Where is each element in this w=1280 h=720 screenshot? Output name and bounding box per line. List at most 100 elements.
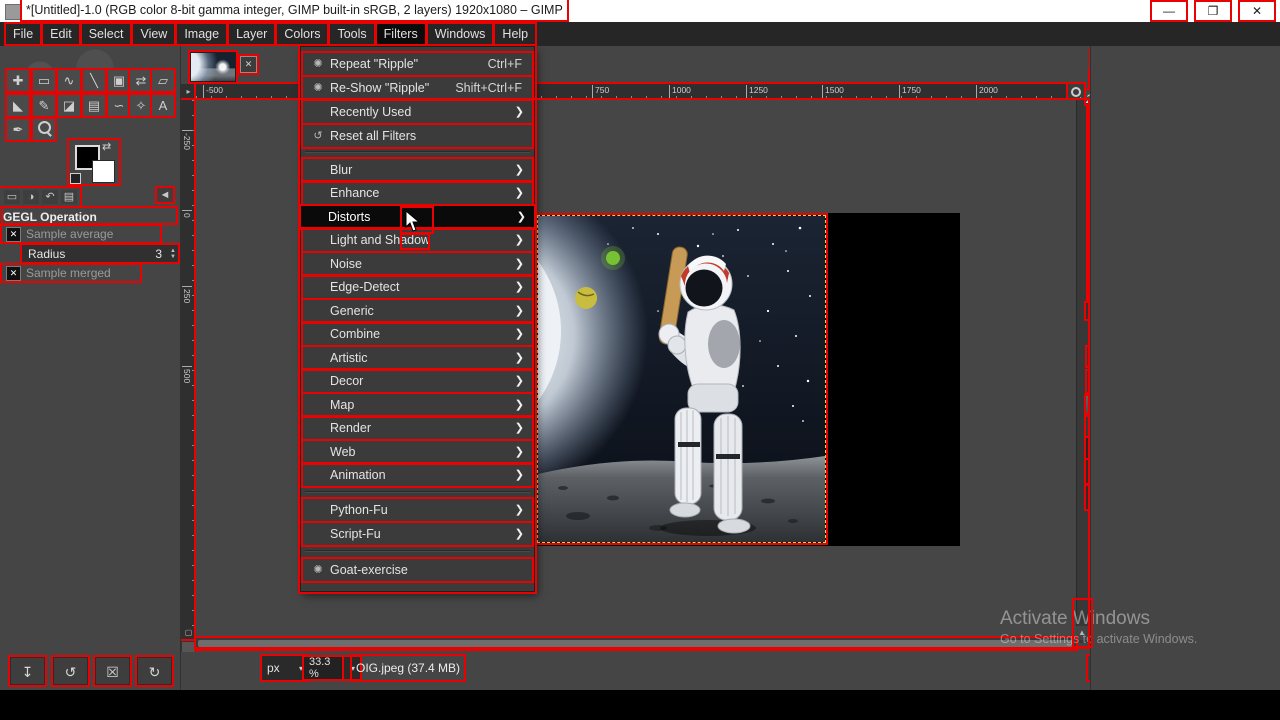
- menu-item-decor[interactable]: Decor❯: [303, 370, 532, 392]
- horizontal-scrollbar[interactable]: [196, 638, 1076, 649]
- menu-item-reshow-ripple[interactable]: ✺ Re-Show "Ripple" Shift+Ctrl+F: [303, 77, 532, 99]
- radius-slider[interactable]: Radius 3: [22, 245, 178, 262]
- sample-average-checkbox[interactable]: ✕: [6, 227, 21, 242]
- menu-item-noise[interactable]: Noise❯: [303, 253, 532, 275]
- activate-windows-subtext: Go to Settings to activate Windows.: [1000, 632, 1197, 646]
- screen-icon[interactable]: ▭: [4, 190, 20, 204]
- gimp-window: *[Untitled]-1.0 (RGB color 8-bit gamma i…: [0, 0, 1280, 720]
- crop-tool[interactable]: ▣: [108, 70, 130, 91]
- airbrush-tool[interactable]: ✧: [130, 95, 152, 116]
- gear-icon: ✺: [311, 77, 325, 99]
- menu-item-animation[interactable]: Animation❯: [303, 464, 532, 486]
- sample-merged-checkbox[interactable]: ✕: [6, 266, 21, 281]
- submenu-arrow-icon: ❯: [515, 159, 524, 181]
- menu-select[interactable]: Select: [82, 24, 131, 44]
- submenu-arrow-icon: ❯: [515, 182, 524, 204]
- zoom-value[interactable]: 33.3 %: [304, 657, 344, 679]
- text-tool[interactable]: A: [152, 95, 174, 116]
- menu-edit[interactable]: Edit: [43, 24, 79, 44]
- bucket-fill-tool[interactable]: ◣: [7, 95, 29, 116]
- right-dock: [1090, 46, 1280, 690]
- zoom-tool[interactable]: [33, 119, 55, 140]
- layers-icon[interactable]: ▤: [61, 190, 77, 204]
- info-icon[interactable]: ◑: [23, 190, 39, 204]
- menu-item-goat-exercise[interactable]: ✺ Goat-exercise: [303, 559, 532, 581]
- mouse-cursor: [405, 211, 421, 233]
- menu-item-generic[interactable]: Generic❯: [303, 300, 532, 322]
- zoom-follow-window-icon[interactable]: [1068, 84, 1084, 100]
- fuzzy-select-tool[interactable]: ╲: [83, 70, 105, 91]
- save-tool-preset-button[interactable]: ↧: [10, 657, 45, 685]
- smudge-tool[interactable]: ∽: [108, 95, 130, 116]
- reset-icon: ↺: [311, 125, 325, 147]
- submenu-arrow-icon: ❯: [515, 253, 524, 275]
- menu-item-recently-used[interactable]: Recently Used ❯: [303, 101, 532, 123]
- unit-dropdown[interactable]: px▾: [262, 656, 308, 680]
- sample-merged-row[interactable]: ✕ Sample merged: [2, 265, 140, 281]
- menu-item-combine[interactable]: Combine❯: [303, 323, 532, 345]
- swap-colors-icon[interactable]: ⇄: [102, 140, 111, 153]
- perspective-tool[interactable]: ▱: [152, 70, 174, 91]
- menu-item-reset-all-filters[interactable]: ↺ Reset all Filters: [303, 125, 532, 147]
- ruler-corner: ▸: [181, 84, 196, 99]
- toolbox-panel: ✚ ▭ ∿ ╲ ▣ ⇄ ▱ ◣ ✎ ◪ ▤ ∽ ✧ A ✒ ⇄ ▭ ◑ ↶ ▤ …: [0, 46, 181, 690]
- gear-icon: ✺: [311, 53, 325, 75]
- rectangle-select-tool[interactable]: ▭: [33, 70, 55, 91]
- undo-icon[interactable]: ↶: [42, 190, 58, 204]
- filters-menu: ✺ Repeat "Ripple" Ctrl+F ✺ Re-Show "Ripp…: [300, 46, 535, 592]
- menu-item-edge-detect[interactable]: Edge-Detect❯: [303, 276, 532, 298]
- sample-average-row[interactable]: ✕ Sample average: [2, 226, 160, 242]
- radius-value: 3: [155, 247, 162, 261]
- gear-icon: ✺: [311, 559, 325, 581]
- close-button[interactable]: ✕: [1240, 2, 1274, 20]
- menu-view[interactable]: View: [133, 24, 174, 44]
- image-tab-thumbnail[interactable]: [190, 52, 236, 82]
- magnifier-icon: [1071, 87, 1081, 97]
- menu-item-map[interactable]: Map❯: [303, 394, 532, 416]
- close-image-icon[interactable]: ✕: [240, 56, 257, 73]
- collapse-dock-icon[interactable]: ◄: [157, 188, 173, 202]
- menu-item-repeat-ripple[interactable]: ✺ Repeat "Ripple" Ctrl+F: [303, 53, 532, 75]
- menu-item-render[interactable]: Render❯: [303, 417, 532, 439]
- menu-colors[interactable]: Colors: [277, 24, 327, 44]
- menu-item-enhance[interactable]: Enhance❯: [303, 182, 532, 204]
- restore-tool-preset-button[interactable]: ↺: [53, 657, 88, 685]
- radius-spinner[interactable]: [170, 245, 176, 262]
- menu-filters[interactable]: Filters: [377, 24, 425, 44]
- menu-tools[interactable]: Tools: [330, 24, 373, 44]
- color-picker-tool[interactable]: ✒: [7, 119, 29, 140]
- image-layer-oig[interactable]: [537, 215, 826, 543]
- free-select-tool[interactable]: ∿: [58, 70, 80, 91]
- menu-windows[interactable]: Windows: [428, 24, 493, 44]
- status-bar: px▾ 33.3 % ▾ OIG.jpeg (37.4 MB): [180, 652, 1090, 686]
- radius-label: Radius: [28, 247, 65, 261]
- menu-item-blur[interactable]: Blur❯: [303, 159, 532, 181]
- tool-options-title: GEGL Operation: [3, 208, 176, 223]
- menu-image[interactable]: Image: [177, 24, 226, 44]
- nav-corner-icon[interactable]: ▢: [181, 627, 196, 639]
- menu-item-script-fu[interactable]: Script-Fu❯: [303, 523, 532, 545]
- transform-tool[interactable]: ⇄: [130, 70, 152, 91]
- magnifier-icon: [38, 121, 51, 134]
- clone-tool[interactable]: ▤: [83, 95, 105, 116]
- paintbrush-tool[interactable]: ✎: [33, 95, 55, 116]
- delete-tool-preset-button[interactable]: ☒: [95, 657, 130, 685]
- menu-item-web[interactable]: Web❯: [303, 441, 532, 463]
- menu-help[interactable]: Help: [495, 24, 535, 44]
- default-colors-icon[interactable]: [70, 173, 81, 184]
- submenu-arrow-icon: ❯: [515, 229, 524, 251]
- menu-item-artistic[interactable]: Artistic❯: [303, 347, 532, 369]
- color-swatches[interactable]: ⇄: [69, 140, 119, 184]
- menu-item-python-fu[interactable]: Python-Fu❯: [303, 499, 532, 521]
- menu-layer[interactable]: Layer: [229, 24, 274, 44]
- shortcut-label: Shift+Ctrl+F: [455, 77, 522, 99]
- sample-merged-label: Sample merged: [26, 266, 111, 280]
- minimize-button[interactable]: —: [1152, 2, 1186, 20]
- eraser-tool[interactable]: ◪: [58, 95, 80, 116]
- reset-tool-options-button[interactable]: ↻: [137, 657, 172, 685]
- move-tool[interactable]: ✚: [7, 70, 29, 91]
- menu-file[interactable]: File: [6, 24, 40, 44]
- background-color[interactable]: [92, 160, 115, 183]
- restore-button[interactable]: ❐: [1196, 2, 1230, 20]
- bottom-black-strip: [0, 690, 1280, 720]
